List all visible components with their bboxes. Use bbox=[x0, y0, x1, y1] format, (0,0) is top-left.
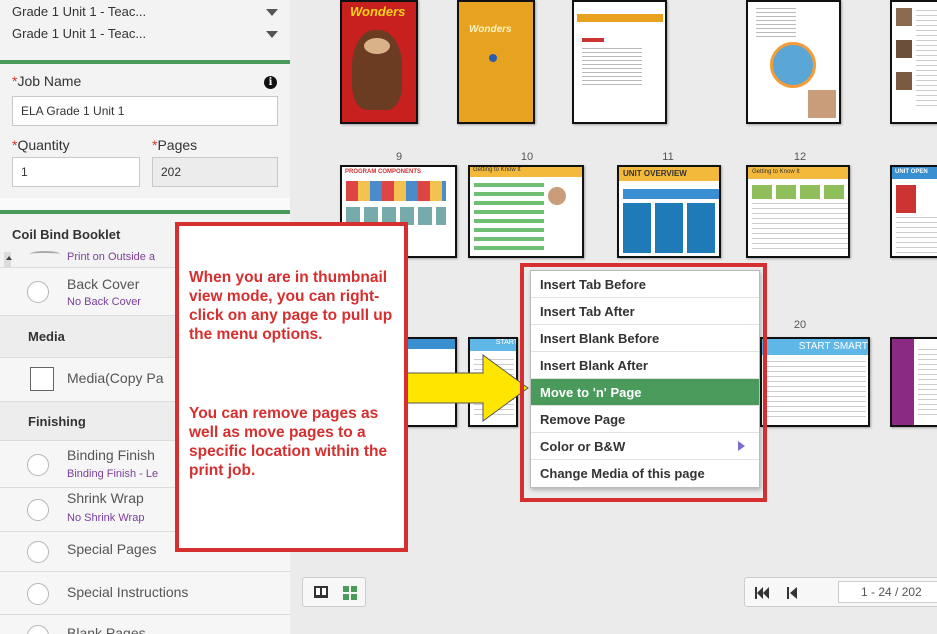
menu-item-remove-page[interactable]: Remove Page bbox=[531, 406, 759, 433]
pagination-bar: 1 - 24 / 202 bbox=[744, 577, 937, 607]
pages-field: 202 bbox=[152, 157, 278, 187]
page-number: 10 bbox=[520, 151, 534, 163]
menu-item-insert-blank-before[interactable]: Insert Blank Before bbox=[531, 325, 759, 352]
page-number: 9 bbox=[395, 151, 403, 163]
pages-label: *Pages bbox=[152, 137, 198, 153]
menu-item-insert-tab-before[interactable]: Insert Tab Before bbox=[531, 271, 759, 298]
job-name-label: *Job Name bbox=[12, 73, 82, 89]
radio-icon[interactable] bbox=[27, 625, 49, 634]
page-thumbnail[interactable]: Wonders bbox=[457, 0, 535, 124]
special-pages-name: Special Pages bbox=[67, 541, 157, 557]
special-instructions-name: Special Instructions bbox=[67, 584, 189, 600]
page-thumbnail[interactable]: UNIT OPEN bbox=[890, 165, 937, 258]
menu-item-change-media[interactable]: Change Media of this page bbox=[531, 460, 759, 487]
back-cover-value: No Back Cover bbox=[67, 296, 141, 308]
page-thumbnail[interactable]: UNIT OVERVIEW bbox=[617, 165, 721, 258]
section-divider bbox=[0, 210, 290, 214]
page-thumbnail[interactable] bbox=[890, 337, 937, 427]
blank-pages-option[interactable]: Blank Pages bbox=[0, 614, 290, 634]
blank-pages-name: Blank Pages bbox=[67, 625, 146, 634]
caret-down-icon bbox=[266, 9, 278, 16]
back-cover-name: Back Cover bbox=[67, 276, 140, 292]
menu-item-insert-tab-after[interactable]: Insert Tab After bbox=[531, 298, 759, 325]
menu-item-insert-blank-after[interactable]: Insert Blank After bbox=[531, 352, 759, 379]
submenu-arrow-icon bbox=[738, 441, 745, 451]
first-page-icon[interactable] bbox=[755, 586, 769, 599]
shrink-wrap-value: No Shrink Wrap bbox=[67, 512, 145, 524]
document-dropdown-1-value: Grade 1 Unit 1 - Teac... bbox=[12, 4, 147, 19]
binding-finish-name: Binding Finish bbox=[67, 447, 155, 463]
page-thumbnail[interactable]: Wonders bbox=[340, 0, 418, 124]
quantity-label: *Quantity bbox=[12, 137, 70, 153]
callout-paragraph-2: You can remove pages as well as move pag… bbox=[189, 405, 388, 479]
page-thumbnail[interactable] bbox=[890, 0, 937, 124]
page-number: 12 bbox=[793, 151, 807, 163]
caret-down-icon bbox=[266, 31, 278, 38]
document-dropdown-2-value: Grade 1 Unit 1 - Teac... bbox=[12, 26, 147, 41]
section-divider bbox=[0, 60, 290, 64]
page-thumbnail[interactable] bbox=[746, 0, 841, 124]
radio-icon[interactable] bbox=[27, 583, 49, 605]
page-thumbnail[interactable]: Getting to Know It bbox=[746, 165, 850, 258]
grid-view-icon[interactable] bbox=[343, 586, 357, 600]
checkbox-icon[interactable] bbox=[30, 367, 54, 391]
scroll-up-icon[interactable] bbox=[6, 256, 12, 260]
binding-finish-value: Binding Finish - Le bbox=[67, 468, 159, 480]
book-view-icon[interactable] bbox=[314, 586, 328, 598]
job-name-input[interactable]: ELA Grade 1 Unit 1 bbox=[12, 96, 278, 126]
radio-icon[interactable] bbox=[27, 499, 49, 521]
page-number: 11 bbox=[662, 151, 674, 163]
page-range-field[interactable]: 1 - 24 / 202 bbox=[838, 581, 937, 603]
radio-icon[interactable] bbox=[27, 541, 49, 563]
prev-page-icon[interactable] bbox=[787, 586, 799, 599]
radio-icon[interactable] bbox=[27, 281, 49, 303]
context-menu: Insert Tab Before Insert Tab After Inser… bbox=[530, 270, 760, 488]
menu-item-move-to-page[interactable]: Move to 'n' Page bbox=[531, 379, 759, 406]
quantity-input[interactable]: 1 bbox=[12, 157, 140, 187]
page-thumbnail[interactable] bbox=[572, 0, 667, 124]
document-dropdown-2[interactable]: Grade 1 Unit 1 - Teac... bbox=[12, 26, 282, 41]
instruction-callout: When you are in thumbnail view mode, you… bbox=[175, 222, 408, 552]
info-icon[interactable]: i bbox=[264, 76, 277, 89]
view-toggle-group bbox=[302, 577, 366, 607]
radio-icon[interactable] bbox=[27, 454, 49, 476]
page-thumbnail[interactable]: START SMART bbox=[760, 337, 870, 427]
callout-paragraph-1: When you are in thumbnail view mode, you… bbox=[189, 269, 393, 343]
binding-section-title: Coil Bind Booklet bbox=[12, 227, 121, 242]
print-outside-value: Print on Outside a bbox=[67, 251, 156, 263]
page-number: 20 bbox=[793, 319, 807, 331]
page-thumbnail[interactable]: Getting to Know It bbox=[468, 165, 584, 258]
document-dropdown-1[interactable]: Grade 1 Unit 1 - Teac... bbox=[12, 4, 282, 19]
shrink-wrap-name: Shrink Wrap bbox=[67, 490, 144, 506]
special-instructions-option[interactable]: Special Instructions bbox=[0, 571, 290, 614]
media-option-name: Media(Copy Pa bbox=[67, 370, 164, 386]
menu-item-color-or-bw[interactable]: Color or B&W bbox=[531, 433, 759, 460]
